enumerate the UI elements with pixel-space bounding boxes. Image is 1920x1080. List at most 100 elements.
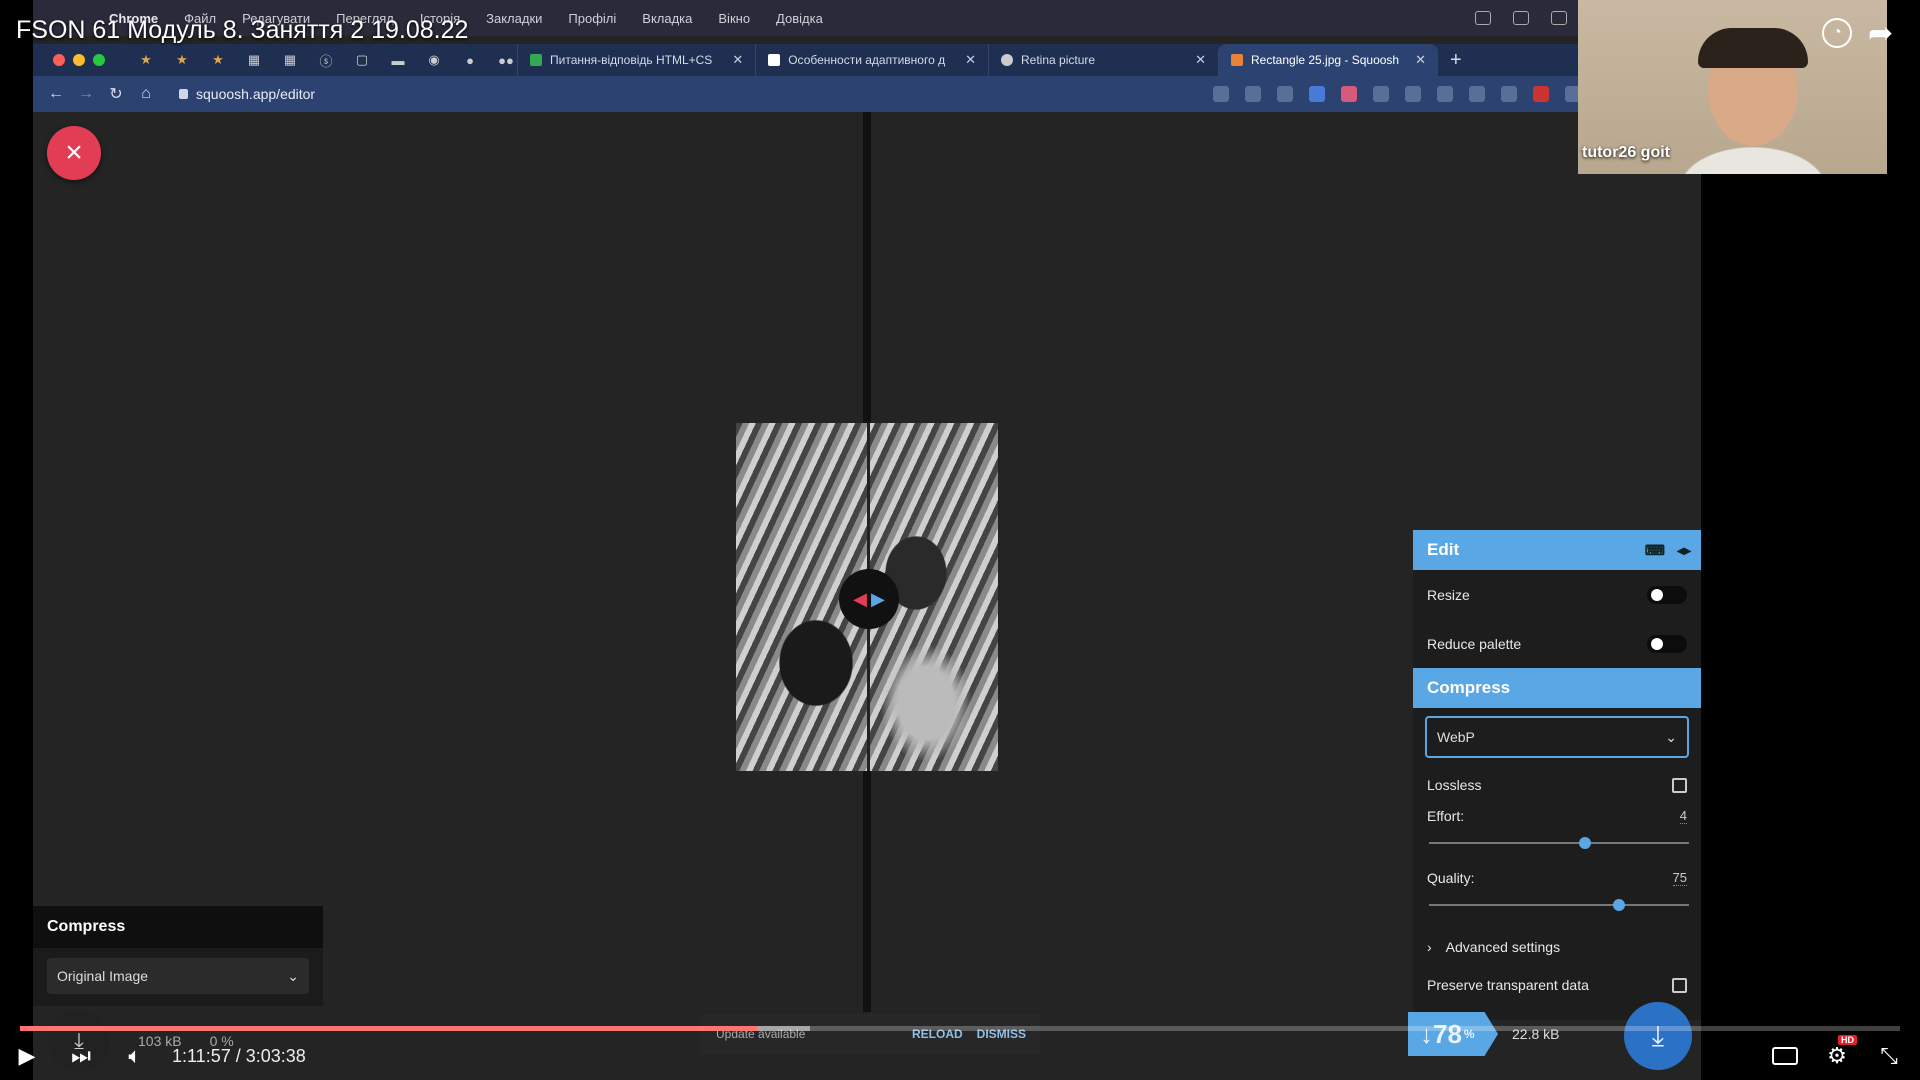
video-player[interactable]: Chrome Файл Редагувати Перегляд Історія … (0, 0, 1920, 1080)
video-controls: ▶ ⏭ 🔈︎ 1:11:57 / 3:03:38 ⚙ HD ⤡ (0, 1035, 1920, 1076)
watch-later-icon[interactable]: ◔ (1822, 18, 1852, 48)
tab-label: Питання-відповідь HTML+CS (550, 53, 713, 67)
video-title: FSON 61 Модуль 8. Заняття 2 19.08.22 (16, 16, 469, 44)
lossless-label: Lossless (1427, 777, 1482, 793)
extension-icon[interactable] (1469, 86, 1485, 102)
reduce-palette-row: Reduce palette (1413, 619, 1701, 668)
terminal-icon[interactable]: ⌨ (1645, 542, 1665, 559)
pinned-tabs: ★ ★ ★ ▦ ▦ ⓢ ▢ ▬ ◉ ● ●● (135, 51, 517, 69)
forward-icon[interactable]: → (71, 85, 101, 103)
extension-icon[interactable] (1533, 86, 1549, 102)
new-tab-button[interactable]: + (1450, 49, 1462, 72)
tab-close-icon[interactable]: ✕ (732, 52, 743, 68)
resize-row: Resize (1413, 570, 1701, 619)
translate-icon[interactable] (1309, 86, 1325, 102)
tab-close-icon[interactable]: ✕ (1195, 52, 1206, 68)
compare-slider-handle[interactable]: ◀ ▶ (839, 569, 899, 629)
browser-tab[interactable]: Питання-відповідь HTML+CS ✕ (517, 44, 755, 76)
back-icon[interactable]: ← (41, 85, 71, 103)
home-icon[interactable]: ⌂ (131, 85, 161, 103)
menu-tab[interactable]: Вкладка (642, 11, 692, 26)
lossless-checkbox[interactable] (1672, 777, 1687, 793)
menu-bookmarks[interactable]: Закладки (486, 11, 542, 26)
extension-icon[interactable] (1437, 86, 1453, 102)
video-progress-bar[interactable] (20, 1026, 1900, 1031)
minimize-window-icon[interactable] (73, 54, 85, 66)
quality-row: Quality: 75 (1413, 866, 1701, 928)
maximize-window-icon[interactable] (93, 54, 105, 66)
share-icon[interactable]: ➦ (1868, 16, 1893, 51)
close-window-icon[interactable] (53, 54, 65, 66)
codec-select[interactable]: WebP ⌄ (1425, 716, 1689, 758)
pinned-star-icon[interactable]: ★ (207, 51, 229, 69)
reduce-palette-toggle[interactable] (1647, 634, 1687, 653)
pinned-tab-icon[interactable]: ◉ (423, 51, 445, 69)
reload-icon[interactable]: ↻ (101, 84, 131, 104)
tab-close-icon[interactable]: ✕ (965, 52, 976, 68)
exit-fullscreen-icon[interactable]: ⤡ (1876, 1043, 1902, 1069)
browser-tab-active[interactable]: Rectangle 25.jpg - Squoosh ✕ (1218, 44, 1438, 76)
browser-tab[interactable]: Retina picture ✕ (988, 44, 1218, 76)
effort-slider[interactable] (1429, 837, 1689, 849)
arrow-left-icon: ◀ (853, 588, 867, 609)
advanced-settings-label: Advanced settings (1445, 939, 1561, 955)
quality-slider[interactable] (1429, 899, 1689, 911)
left-codec-select[interactable]: Original Image ⌄ (47, 958, 309, 994)
extension-icon[interactable] (1501, 86, 1517, 102)
share-icon[interactable] (1245, 86, 1261, 102)
bookmark-star-icon[interactable] (1277, 86, 1293, 102)
browser-tab[interactable]: Особенности адаптивного д ✕ (755, 44, 988, 76)
quality-label: Quality: (1427, 870, 1475, 886)
font-icon[interactable] (1551, 11, 1567, 25)
address-bar[interactable]: squoosh.app/editor (179, 86, 315, 102)
menu-profiles[interactable]: Профілі (568, 11, 616, 26)
quality-value[interactable]: 75 (1672, 870, 1687, 886)
pinned-star-icon[interactable]: ★ (135, 51, 157, 69)
pinned-tab-icon[interactable]: ▦ (279, 51, 301, 69)
left-options-panel: Compress Original Image ⌄ (33, 906, 323, 1006)
preserve-transparent-checkbox[interactable] (1672, 977, 1687, 993)
pinned-tab-icon[interactable]: ▢ (351, 51, 373, 69)
tab-favicon-icon (768, 54, 781, 66)
chevron-right-icon: › (1427, 939, 1432, 955)
settings-gear-icon[interactable]: ⚙ HD (1824, 1035, 1857, 1069)
install-icon[interactable] (1213, 86, 1229, 102)
quality-slider-thumb[interactable] (1612, 899, 1625, 911)
pinned-star-icon[interactable]: ★ (171, 51, 193, 69)
subtitles-icon[interactable] (1772, 1047, 1798, 1065)
browser-tab-strip: ★ ★ ★ ▦ ▦ ⓢ ▢ ▬ ◉ ● ●● Питання-відповідь… (33, 44, 1701, 76)
squoosh-editor: × ◀ ▶ Compress Original Image ⌄ Edit ⌨ ◂… (33, 112, 1701, 1080)
edit-section-header: Edit ⌨ ◂▸ (1413, 530, 1701, 570)
effort-row: Effort: 4 (1413, 804, 1701, 866)
react-devtools-icon[interactable] (1373, 86, 1389, 102)
pen-icon[interactable] (1513, 11, 1529, 25)
pinned-tab-icon[interactable]: ▬ (387, 51, 409, 69)
pinned-tab-icon[interactable]: ⓢ (315, 51, 337, 69)
play-icon[interactable]: ▶ (0, 1043, 54, 1069)
left-panel-title: Compress (33, 906, 323, 948)
pinned-tab-icon[interactable]: ▦ (243, 51, 265, 69)
effort-label: Effort: (1427, 808, 1465, 824)
window-controls (53, 54, 105, 66)
effort-value[interactable]: 4 (1679, 808, 1687, 824)
tab-close-icon[interactable]: ✕ (1415, 52, 1426, 68)
url-text: squoosh.app/editor (196, 86, 316, 102)
pinned-tab-icon[interactable]: ●● (495, 51, 517, 69)
extension-icon[interactable] (1341, 86, 1357, 102)
time-separator: / (230, 1045, 246, 1066)
advanced-settings-toggle[interactable]: › Advanced settings (1413, 928, 1701, 966)
close-editor-button[interactable]: × (47, 126, 101, 180)
menu-window[interactable]: Вікно (718, 11, 750, 26)
shield-icon[interactable] (1405, 86, 1421, 102)
next-icon[interactable]: ⏭ (54, 1043, 108, 1069)
tab-favicon-icon (1001, 54, 1013, 66)
pinned-tab-icon[interactable]: ● (459, 51, 481, 69)
resize-toggle[interactable] (1647, 585, 1687, 604)
menu-help[interactable]: Довідка (776, 11, 823, 26)
tab-label: Rectangle 25.jpg - Squoosh (1251, 53, 1400, 67)
sync-icon[interactable] (1475, 11, 1491, 25)
volume-icon[interactable]: 🔈︎ (108, 1043, 162, 1069)
effort-slider-thumb[interactable] (1579, 837, 1591, 849)
swap-sides-icon[interactable]: ◂▸ (1677, 542, 1691, 559)
browser-toolbar: ← → ↻ ⌂ squoosh.app/editor (33, 76, 1701, 112)
